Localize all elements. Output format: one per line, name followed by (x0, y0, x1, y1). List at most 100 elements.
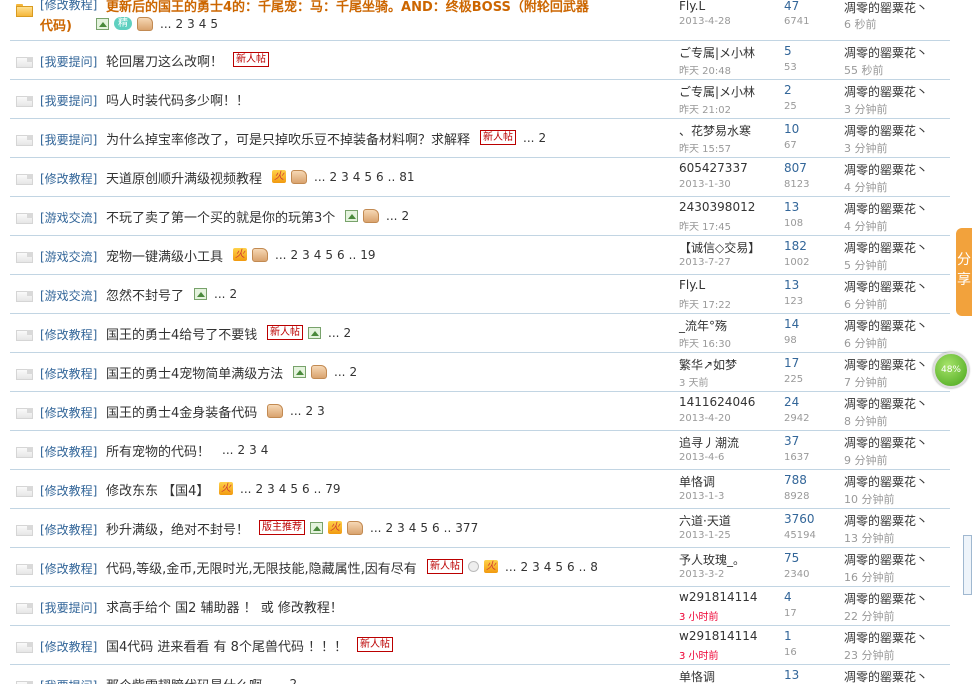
folder-icon[interactable] (16, 367, 33, 380)
last-reply-user-link[interactable]: 凋零的罂粟花丶 (844, 239, 928, 256)
thread-author-link[interactable]: 追寻丿潮流 (679, 434, 739, 451)
thread-category-link[interactable]: [修改教程] (40, 404, 97, 421)
thread-title-link[interactable]: 国4代码 进来看看 有 8个尾兽代码 ！！！ (106, 636, 347, 655)
last-reply-user-link[interactable]: 凋零的罂粟花丶 (844, 278, 928, 295)
thread-title-continued[interactable]: 代码) (40, 15, 72, 34)
thread-category-link[interactable]: [修改教程] (40, 0, 97, 13)
folder-icon[interactable] (16, 250, 33, 263)
thread-title-link[interactable]: 更新后的国王的勇士4的：千尾宠：马：千尾坐骑。AND：终极BOSS（附轮回武器 (106, 0, 589, 15)
hot-folder-icon[interactable] (16, 4, 33, 17)
thread-title-link[interactable]: 秒升满级，绝对不封号！ (106, 519, 249, 538)
reply-count-link[interactable]: 13 (784, 668, 799, 682)
reply-count-link[interactable]: 3760 (784, 512, 815, 526)
thread-author-link[interactable]: 605427337 (679, 161, 748, 175)
thread-title-link[interactable]: 轮回屠刀这么改啊！ (106, 51, 223, 70)
thread-title-link[interactable]: 宠物一键满级小工具 (106, 246, 223, 265)
last-reply-user-link[interactable]: 凋零的罂粟花丶 (844, 44, 928, 61)
last-reply-time-link[interactable]: 4 分钟前 (844, 218, 888, 234)
page-link[interactable]: 4 (261, 443, 269, 457)
last-reply-user-link[interactable]: 凋零的罂粟花丶 (844, 122, 928, 139)
reply-count-link[interactable]: 807 (784, 161, 807, 175)
page-link[interactable]: 2 (349, 365, 357, 379)
thread-author-link[interactable]: 单恪调 (679, 473, 715, 490)
last-reply-user-link[interactable]: 凋零的罂粟花丶 (844, 551, 928, 568)
folder-icon[interactable] (16, 172, 33, 185)
thread-author-link[interactable]: 六道·天道 (679, 512, 731, 529)
thread-author-link[interactable]: ご专属|メ小林 (679, 83, 755, 100)
page-link[interactable]: 2 (229, 287, 237, 301)
reply-count-link[interactable]: 14 (784, 317, 799, 331)
folder-icon[interactable] (16, 601, 33, 614)
folder-icon[interactable] (16, 289, 33, 302)
last-reply-time-link[interactable]: 13 分钟前 (844, 530, 895, 546)
thread-author-link[interactable]: 单恪调 (679, 668, 715, 684)
last-reply-time-link[interactable]: 4 分钟前 (844, 179, 888, 195)
last-reply-time-link[interactable]: 6 秒前 (844, 16, 877, 32)
share-side-tab[interactable]: 分享 (956, 228, 972, 316)
last-reply-time-link[interactable]: 10 分钟前 (844, 491, 895, 507)
last-reply-time-link[interactable]: 6 分钟前 (844, 335, 888, 351)
thread-category-link[interactable]: [我要提问] (40, 92, 97, 109)
thread-author-link[interactable]: 予人玫瑰_。 (679, 551, 745, 568)
thread-category-link[interactable]: [游戏交流] (40, 248, 97, 265)
page-link[interactable]: 3 (267, 482, 275, 496)
thread-title-link[interactable]: 忽然不封号了 (106, 285, 184, 304)
page-link[interactable]: 6 (302, 482, 310, 496)
page-link[interactable]: 2 (385, 521, 393, 535)
reply-count-link[interactable]: 24 (784, 395, 799, 409)
page-link[interactable]: 3 (532, 560, 540, 574)
last-reply-time-link[interactable]: 16 分钟前 (844, 569, 895, 585)
page-link[interactable]: 8 (590, 560, 598, 574)
last-reply-user-link[interactable]: 凋零的罂粟花丶 (844, 512, 928, 529)
thread-category-link[interactable]: [修改教程] (40, 482, 97, 499)
last-reply-time-link[interactable]: 23 分钟前 (844, 647, 895, 663)
page-link[interactable]: 4 (353, 170, 361, 184)
reply-count-link[interactable]: 17 (784, 356, 799, 370)
thread-author-link[interactable]: ご专属|メ小林 (679, 44, 755, 61)
folder-icon[interactable] (16, 562, 33, 575)
page-link[interactable]: 2 (290, 248, 298, 262)
reply-count-link[interactable]: 788 (784, 473, 807, 487)
thread-author-link[interactable]: 【诚信◇交易】 (679, 239, 760, 256)
page-link[interactable]: 3 (397, 521, 405, 535)
page-link[interactable]: 79 (325, 482, 340, 496)
thread-category-link[interactable]: [修改教程] (40, 326, 97, 343)
last-reply-time-link[interactable]: 7 分钟前 (844, 374, 888, 390)
reply-count-link[interactable]: 47 (784, 0, 799, 13)
page-link[interactable]: 4 (544, 560, 552, 574)
thread-title-link[interactable]: 不玩了卖了第一个买的就是你的玩第3个 (106, 207, 335, 226)
thread-title-link[interactable]: 国王的勇士4金身装备代码 (106, 402, 257, 421)
thread-category-link[interactable]: [游戏交流] (40, 287, 97, 304)
thread-author-link[interactable]: 1411624046 (679, 395, 755, 409)
last-reply-user-link[interactable]: 凋零的罂粟花丶 (844, 317, 928, 334)
reply-count-link[interactable]: 37 (784, 434, 799, 448)
page-link[interactable]: 2 (538, 131, 546, 145)
thread-category-link[interactable]: [我要提问] (40, 53, 97, 70)
thread-title-link[interactable]: 为什么掉宝率修改了，可是只掉吹乐豆不掉装备材料啊？求解释 (106, 129, 470, 148)
folder-icon[interactable] (16, 328, 33, 341)
reply-count-link[interactable]: 5 (784, 44, 792, 58)
folder-icon[interactable] (16, 640, 33, 653)
page-link[interactable]: 3 (341, 170, 349, 184)
last-reply-time-link[interactable]: 6 分钟前 (844, 296, 888, 312)
page-link[interactable]: 3 (302, 248, 310, 262)
thread-title-link[interactable]: 国王的勇士4宠物简单满级方法 (106, 363, 283, 382)
page-link[interactable]: 6 (337, 248, 345, 262)
thread-title-link[interactable]: 代码,等级,金币,无限时光,无限技能,隐藏属性,因有尽有 (106, 558, 417, 577)
page-link[interactable]: 4 (279, 482, 287, 496)
page-link[interactable]: 2 (343, 326, 351, 340)
last-reply-user-link[interactable]: 凋零的罂粟花丶 (844, 590, 928, 607)
page-link[interactable]: 2 (289, 677, 297, 684)
page-link[interactable]: 5 (555, 560, 563, 574)
page-link[interactable]: 5 (364, 170, 372, 184)
thread-title-link[interactable]: 天道原创顺升满级视频教程 (106, 168, 262, 187)
page-link[interactable]: 6 (376, 170, 384, 184)
thread-title-link[interactable]: 所有宠物的代码！ (106, 441, 210, 460)
page-link[interactable]: 2 (255, 482, 263, 496)
page-link[interactable]: 2 (305, 404, 313, 418)
folder-icon[interactable] (16, 679, 33, 684)
page-link[interactable]: 377 (455, 521, 478, 535)
last-reply-user-link[interactable]: 凋零的罂粟花丶 (844, 473, 928, 490)
reply-count-link[interactable]: 13 (784, 200, 799, 214)
reply-count-link[interactable]: 4 (784, 590, 792, 604)
